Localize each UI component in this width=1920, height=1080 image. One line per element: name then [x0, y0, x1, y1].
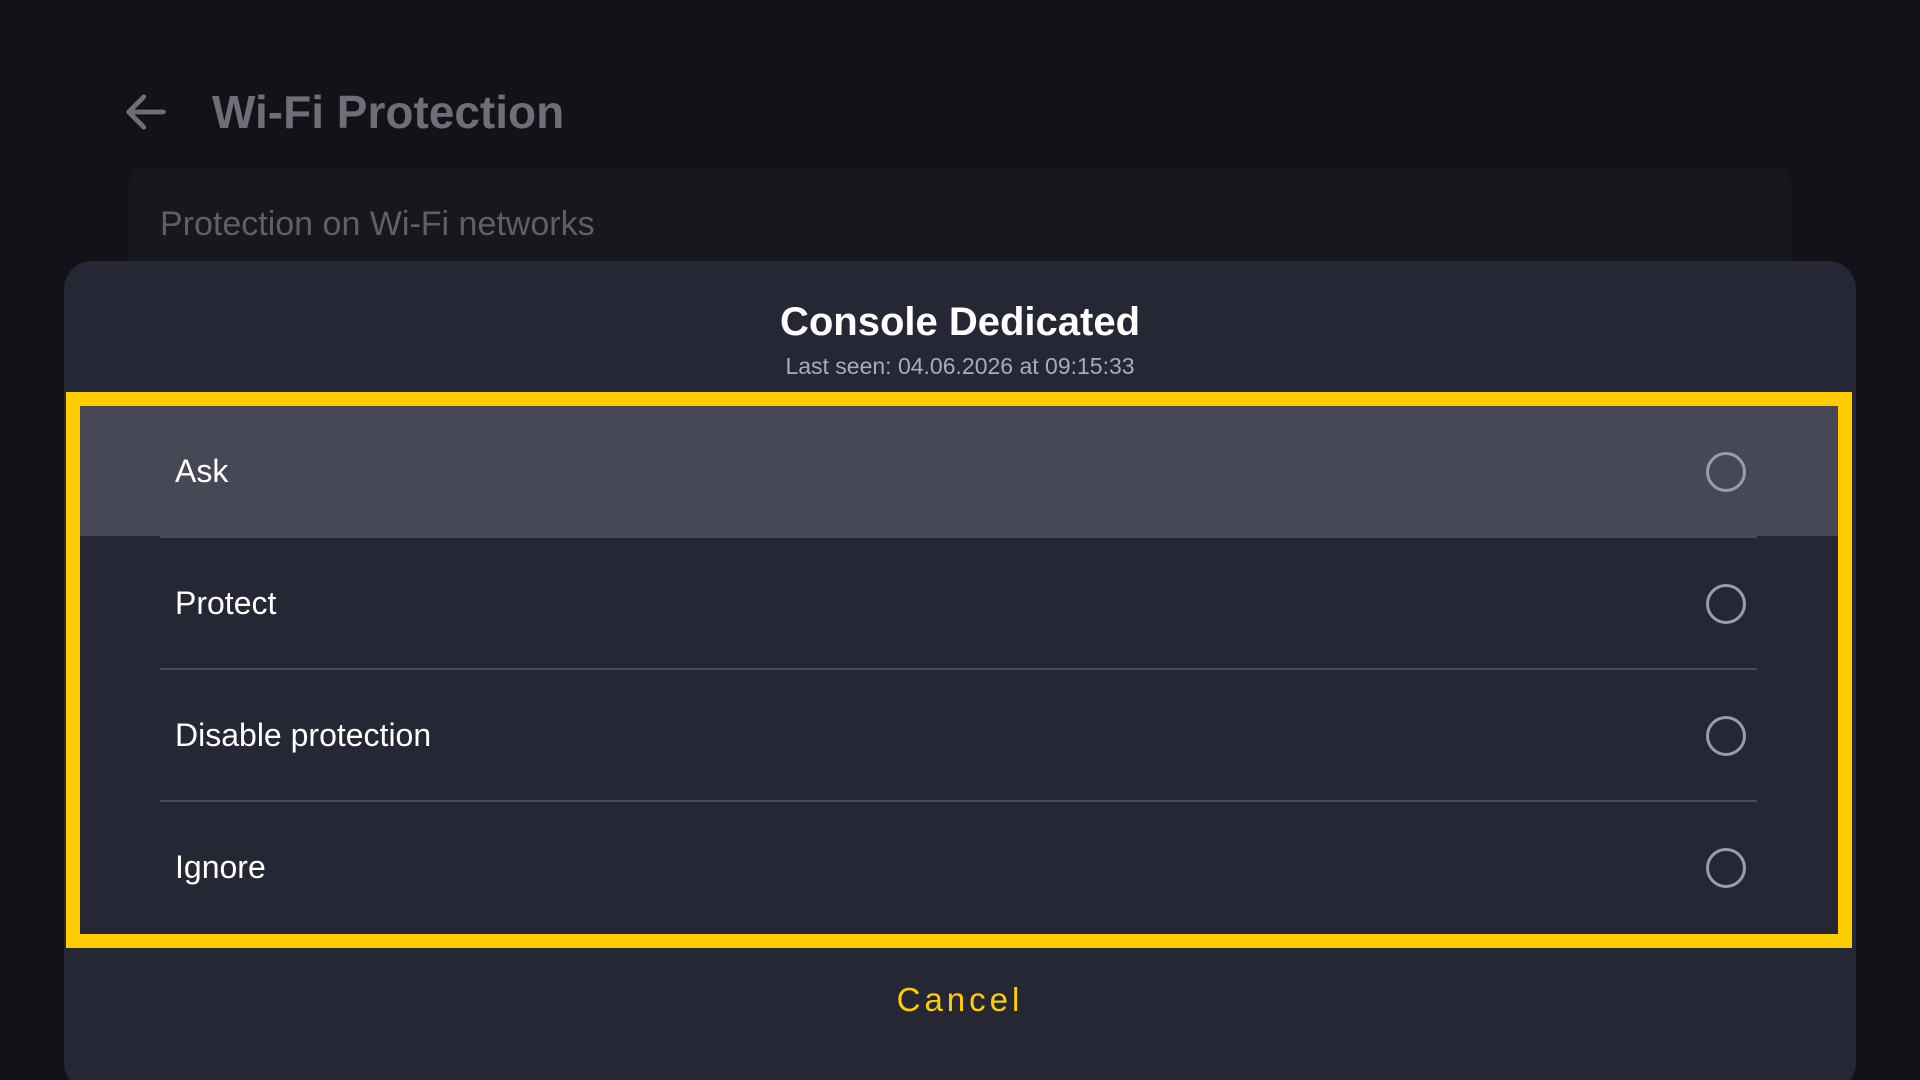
- option-label: Disable protection: [175, 716, 432, 753]
- page-title: Wi-Fi Protection: [212, 86, 565, 138]
- option-protect[interactable]: Protect: [80, 538, 1838, 668]
- options-list: Ask Protect Disable protection Ignore: [66, 392, 1852, 948]
- radio-button[interactable]: [1706, 584, 1746, 624]
- radio-button[interactable]: [1706, 452, 1746, 492]
- cancel-button[interactable]: Cancel: [810, 970, 1110, 1030]
- option-ignore[interactable]: Ignore: [80, 802, 1838, 932]
- radio-button[interactable]: [1706, 716, 1746, 756]
- option-label: Ask: [175, 452, 229, 489]
- dialog-title: Console Dedicated: [779, 300, 1141, 344]
- option-disable-protection[interactable]: Disable protection: [80, 670, 1838, 800]
- option-label: Ignore: [175, 848, 266, 885]
- radio-button[interactable]: [1706, 848, 1746, 888]
- dialog-subtitle: Last seen: 04.06.2026 at 09:15:33: [785, 353, 1135, 379]
- section-label: Protection on Wi-Fi networks: [160, 205, 595, 243]
- back-button[interactable]: [118, 84, 174, 140]
- arrow-left-icon: [126, 94, 166, 130]
- option-label: Protect: [175, 584, 277, 621]
- option-ask[interactable]: Ask: [80, 406, 1838, 536]
- screen: Wi-Fi Protection Protection on Wi-Fi net…: [0, 0, 1920, 1080]
